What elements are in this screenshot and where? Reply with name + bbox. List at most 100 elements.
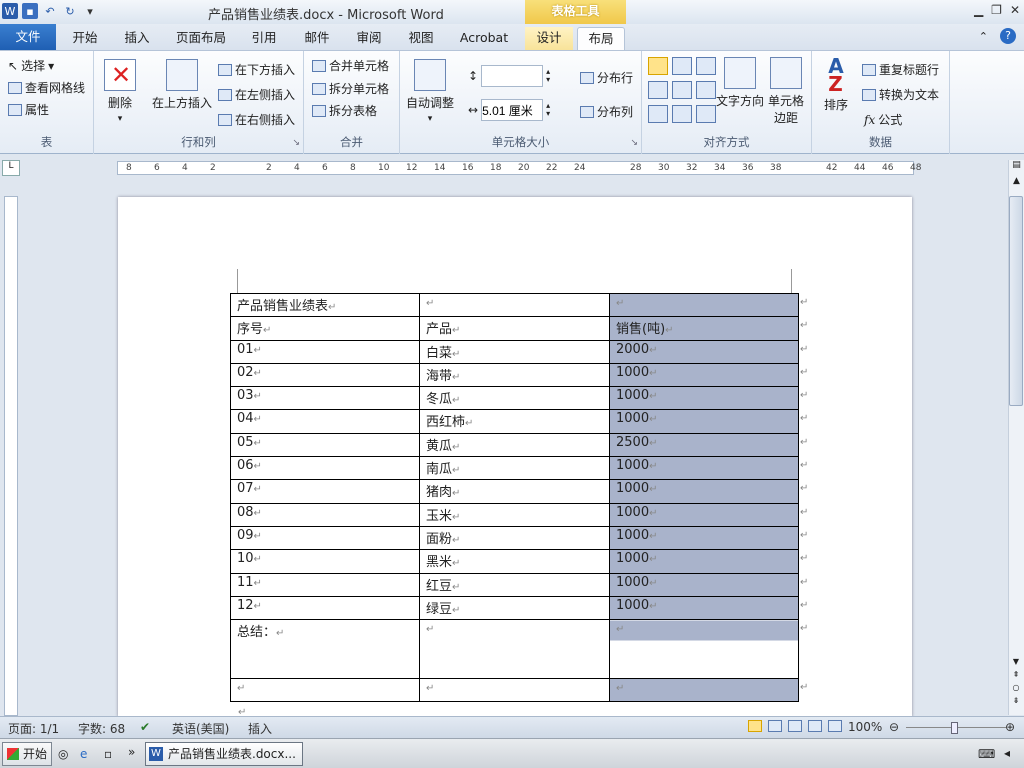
table-cell[interactable]: 05↵ — [230, 432, 420, 458]
cell-margins-button[interactable]: 单元格 边距 — [768, 57, 804, 126]
next-page-icon[interactable]: ⇟ — [1009, 694, 1023, 707]
tab-home[interactable]: 开始 — [70, 27, 100, 50]
align-top-right-icon[interactable] — [696, 57, 716, 75]
table-cell[interactable]: ↵ — [419, 292, 610, 318]
select-browse-object-icon[interactable]: ○ — [1009, 681, 1023, 694]
formula-button[interactable]: fx 公式 — [864, 111, 902, 128]
align-top-left-icon[interactable] — [648, 57, 668, 75]
table-title-cell[interactable]: 产品销售业绩表↵ — [230, 292, 420, 318]
redo-icon[interactable]: ↻ — [62, 3, 78, 19]
scroll-down-icon[interactable]: ▼ — [1009, 655, 1023, 668]
table-cell[interactable]: 07↵ — [230, 479, 420, 504]
document-page[interactable]: 产品销售业绩表↵ ↵ ↵ 序号↵ 产品↵ 销售(吨)↵ 01↵ 白菜↵ 2000↵ 02↵ 海带↵ 1… — [118, 197, 912, 718]
table-cell[interactable]: 1000↵ — [609, 479, 799, 504]
select-button[interactable]: ↖ 选择 ▾ — [8, 57, 54, 74]
column-width-input[interactable] — [481, 99, 544, 121]
proofing-icon[interactable]: ✔ — [140, 720, 150, 734]
row-height-input[interactable] — [481, 65, 544, 87]
align-middle-right-icon[interactable] — [696, 81, 716, 99]
undo-icon[interactable]: ↶ — [42, 3, 58, 19]
table-cell[interactable]: 面粉↵ — [419, 525, 610, 551]
align-middle-center-icon[interactable] — [672, 81, 692, 99]
distribute-rows-button[interactable]: 分布行 — [580, 69, 633, 86]
language[interactable]: 英语(美国) — [172, 720, 229, 737]
table-cell[interactable]: ↵ — [230, 678, 420, 703]
tab-page-layout[interactable]: 页面布局 — [174, 27, 228, 50]
quicklaunch-icon[interactable]: ◎ — [58, 747, 68, 761]
table-cell[interactable]: 西红柿↵ — [419, 409, 610, 434]
start-button[interactable]: 开始 — [2, 742, 52, 766]
table-cell[interactable]: 04↵ — [230, 409, 420, 434]
split-cells-button[interactable]: 拆分单元格 — [312, 80, 389, 97]
dialog-launcher-icon[interactable]: ↘ — [292, 138, 300, 148]
table-cell[interactable]: 玉米↵ — [419, 502, 610, 527]
insert-below-button[interactable]: 在下方插入 — [218, 61, 295, 78]
insert-right-button[interactable]: 在右侧插入 — [218, 111, 295, 128]
table-cell[interactable]: 1000↵ — [609, 386, 799, 411]
web-layout-icon[interactable] — [788, 720, 802, 732]
quicklaunch-icon[interactable]: ▫ — [104, 747, 112, 761]
tab-insert[interactable]: 插入 — [122, 27, 152, 50]
align-bottom-right-icon[interactable] — [696, 105, 716, 123]
tab-layout[interactable]: 布局 — [577, 27, 625, 50]
align-top-center-icon[interactable] — [672, 57, 692, 75]
merge-cells-button[interactable]: 合并单元格 — [312, 57, 389, 74]
keyboard-icon[interactable]: ⌨ — [978, 747, 995, 761]
insert-above-button[interactable]: 在上方插入 — [152, 59, 212, 111]
table-cell[interactable]: 1000↵ — [609, 456, 799, 481]
spin-icon[interactable]: ▴ ▾ — [546, 102, 550, 118]
split-table-button[interactable]: 拆分表格 — [312, 102, 377, 119]
sort-button[interactable]: AZ 排序 — [824, 56, 848, 113]
tab-mailings[interactable]: 邮件 — [302, 27, 332, 50]
view-gridlines-button[interactable]: 查看网格线 — [8, 79, 85, 96]
table-cell[interactable]: 1000↵ — [609, 409, 799, 434]
table-cell[interactable]: 1000↵ — [609, 525, 799, 551]
summary-cell[interactable]: 总结：↵ — [230, 619, 420, 680]
table-cell[interactable]: 红豆↵ — [419, 572, 610, 597]
more-icon[interactable]: » — [128, 745, 135, 759]
ribbon-minimize-icon[interactable]: ⌃ — [979, 30, 988, 43]
table-cell[interactable]: 01↵ — [230, 339, 420, 364]
table-cell[interactable]: 08↵ — [230, 502, 420, 527]
scroll-thumb[interactable] — [1009, 196, 1023, 406]
header-cell[interactable]: 序号↵ — [230, 316, 420, 341]
align-bottom-center-icon[interactable] — [672, 105, 692, 123]
table-cell[interactable]: 1000↵ — [609, 362, 799, 388]
table-cell[interactable]: 黑米↵ — [419, 549, 610, 574]
table-cell[interactable]: ↵ — [609, 619, 799, 680]
tab-review[interactable]: 审阅 — [354, 27, 384, 50]
tab-view[interactable]: 视图 — [406, 27, 436, 50]
convert-to-text-button[interactable]: 转换为文本 — [862, 86, 939, 103]
minimize-icon[interactable]: ▁ — [974, 3, 983, 17]
table-cell[interactable]: 12↵ — [230, 595, 420, 621]
scroll-up-icon[interactable]: ▲ — [1009, 176, 1024, 186]
table-cell[interactable]: 冬瓜↵ — [419, 386, 610, 411]
table-cell[interactable]: 2500↵ — [609, 432, 799, 458]
table-cell[interactable]: 绿豆↵ — [419, 595, 610, 621]
table-cell[interactable]: 南瓜↵ — [419, 456, 610, 481]
word-icon[interactable]: W — [2, 3, 18, 19]
sales-table[interactable]: 产品销售业绩表↵ ↵ ↵ 序号↵ 产品↵ 销售(吨)↵ 01↵ 白菜↵ 2000↵ 02↵ 海带↵ 1… — [230, 292, 799, 703]
insert-left-button[interactable]: 在左侧插入 — [218, 86, 295, 103]
table-cell[interactable]: 09↵ — [230, 525, 420, 551]
delete-button[interactable]: ✕ 删除 ▾ — [104, 59, 136, 124]
table-cell[interactable]: ↵ — [419, 619, 610, 680]
spin-icon[interactable]: ▴ ▾ — [546, 68, 550, 84]
horizontal-ruler[interactable]: 8 6 4 2 2 4 6 8 10 12 14 16 18 20 22 24 28 30 32 34 36 38 42 44… — [117, 161, 921, 175]
table-cell[interactable]: 猪肉↵ — [419, 479, 610, 504]
distribute-columns-button[interactable]: 分布列 — [580, 103, 633, 120]
taskbar-word-button[interactable]: W 产品销售业绩表.docx... — [145, 742, 303, 766]
full-screen-reading-icon[interactable] — [768, 720, 782, 732]
tab-selector-button[interactable]: L — [2, 160, 20, 176]
table-cell[interactable]: 白菜↵ — [419, 339, 610, 364]
close-icon[interactable]: ✕ — [1010, 3, 1020, 17]
tray-icon[interactable]: ◂ — [1004, 746, 1010, 760]
table-cell[interactable]: 03↵ — [230, 386, 420, 411]
table-cell[interactable]: 1000↵ — [609, 549, 799, 574]
help-icon[interactable]: ? — [1000, 28, 1016, 44]
table-cell[interactable]: 1000↵ — [609, 572, 799, 597]
restore-icon[interactable]: ❐ — [991, 3, 1002, 17]
table-cell[interactable]: ↵ — [419, 678, 610, 703]
zoom-out-icon[interactable]: ⊖ — [889, 720, 899, 734]
align-middle-left-icon[interactable] — [648, 81, 668, 99]
